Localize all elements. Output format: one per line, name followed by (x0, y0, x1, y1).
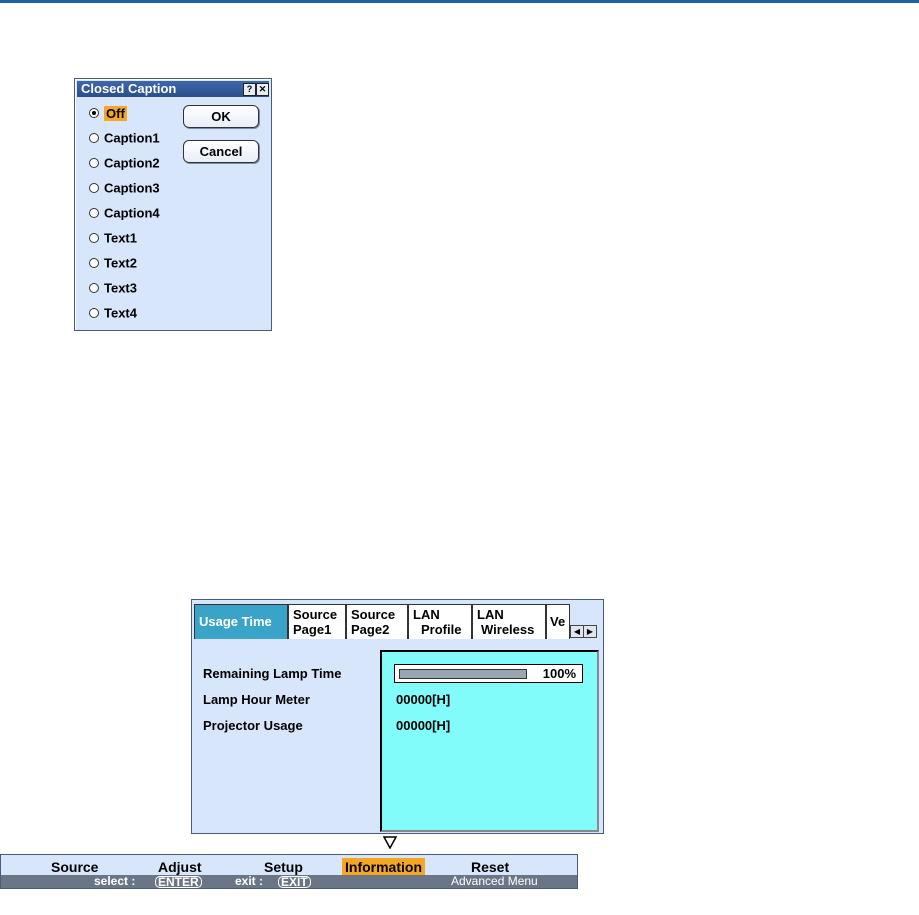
option-label: Text4 (104, 305, 137, 321)
exit-key-badge: EXIT (278, 876, 311, 888)
option-label: Caption1 (104, 130, 160, 146)
help-icon[interactable]: ? (243, 83, 256, 96)
option-label: Text3 (104, 280, 137, 296)
option-label: Off (104, 105, 127, 121)
select-hint: select : (94, 874, 136, 888)
content-pane: 100% 00000[H] 00000[H] (380, 650, 599, 832)
main-menu-bar: Source Adjust Setup Information Reset se… (0, 854, 578, 889)
label-projector-usage: Projector Usage (203, 718, 303, 733)
radio-icon[interactable] (89, 257, 99, 268)
radio-selected-icon[interactable] (89, 107, 99, 118)
radio-option-caption3[interactable]: Caption3 (89, 178, 160, 198)
menu-item-setup[interactable]: Setup (264, 858, 303, 876)
tab-label: Ve (550, 614, 566, 629)
tab-label: Wireless (481, 622, 535, 637)
radio-option-caption2[interactable]: Caption2 (89, 153, 160, 173)
tab-label: Page1 (293, 622, 332, 637)
scroll-right-icon[interactable]: ▶ (583, 625, 597, 638)
option-label: Text1 (104, 230, 137, 246)
option-label: Caption3 (104, 180, 160, 196)
tab-source-page2[interactable]: Source Page2 (346, 604, 408, 639)
radio-icon[interactable] (89, 282, 99, 293)
radio-option-text4[interactable]: Text4 (89, 303, 137, 323)
status-bar: select : ENTER exit : EXIT Advanced Menu (1, 875, 577, 888)
radio-option-caption4[interactable]: Caption4 (89, 203, 160, 223)
dialog-title: Closed Caption (81, 81, 177, 96)
progress-fill (400, 670, 526, 678)
tab-label: Source (293, 607, 338, 622)
enter-key-badge: ENTER (155, 876, 202, 888)
tab-label: Usage Time (199, 614, 272, 629)
lamp-time-value: 100% (542, 666, 576, 681)
mode-label: Advanced Menu (451, 874, 538, 888)
option-label: Caption4 (104, 205, 160, 221)
radio-icon[interactable] (89, 207, 99, 218)
information-panel: Usage Time Source Page1 Source Page2 LAN… (191, 599, 604, 834)
menu-item-adjust[interactable]: Adjust (158, 858, 202, 876)
down-triangle-icon (383, 836, 397, 849)
radio-icon[interactable] (89, 232, 99, 243)
tab-label: Page2 (351, 622, 390, 637)
tab-label: LAN (413, 607, 440, 622)
radio-option-off[interactable]: Off (89, 103, 127, 123)
menu-item-source[interactable]: Source (51, 858, 98, 876)
exit-hint: exit : (235, 874, 264, 888)
option-label: Text2 (104, 255, 137, 271)
radio-option-caption1[interactable]: Caption1 (89, 128, 160, 148)
menu-item-information[interactable]: Information (342, 858, 425, 876)
projector-usage-value: 00000[H] (396, 718, 451, 733)
ok-button[interactable]: OK (183, 105, 259, 128)
radio-icon[interactable] (89, 157, 99, 168)
close-icon[interactable]: ✕ (256, 83, 269, 96)
closed-caption-dialog: Closed Caption ? ✕ Off Caption1 Caption2… (74, 78, 272, 331)
tab-version[interactable]: Ve (546, 604, 570, 639)
radio-option-text3[interactable]: Text3 (89, 278, 137, 298)
tab-lan-profile[interactable]: LAN Profile (408, 604, 472, 639)
label-remaining-lamp-time: Remaining Lamp Time (203, 666, 342, 681)
lamp-hour-meter-value: 00000[H] (396, 692, 451, 707)
label-lamp-hour-meter: Lamp Hour Meter (203, 692, 310, 707)
tab-source-page1[interactable]: Source Page1 (288, 604, 346, 639)
lamp-time-progress: 100% (394, 664, 583, 683)
radio-icon[interactable] (89, 182, 99, 193)
scroll-left-icon[interactable]: ◀ (570, 625, 584, 638)
option-label: Caption2 (104, 155, 160, 171)
radio-option-text1[interactable]: Text1 (89, 228, 137, 248)
tab-label: Profile (421, 622, 462, 637)
radio-icon[interactable] (89, 132, 99, 143)
top-divider-line (0, 0, 919, 3)
radio-option-text2[interactable]: Text2 (89, 253, 137, 273)
progress-track (399, 669, 527, 679)
tab-usage-time[interactable]: Usage Time (194, 604, 288, 639)
cancel-button[interactable]: Cancel (183, 140, 259, 163)
tab-label: Source (351, 607, 396, 622)
tab-label: LAN (477, 607, 504, 622)
radio-icon[interactable] (89, 307, 99, 318)
tab-scroll-controls: ◀ ▶ (570, 625, 598, 638)
dialog-title-bar: Closed Caption ? ✕ (77, 81, 269, 97)
tab-lan-wireless[interactable]: LAN Wireless (472, 604, 546, 639)
